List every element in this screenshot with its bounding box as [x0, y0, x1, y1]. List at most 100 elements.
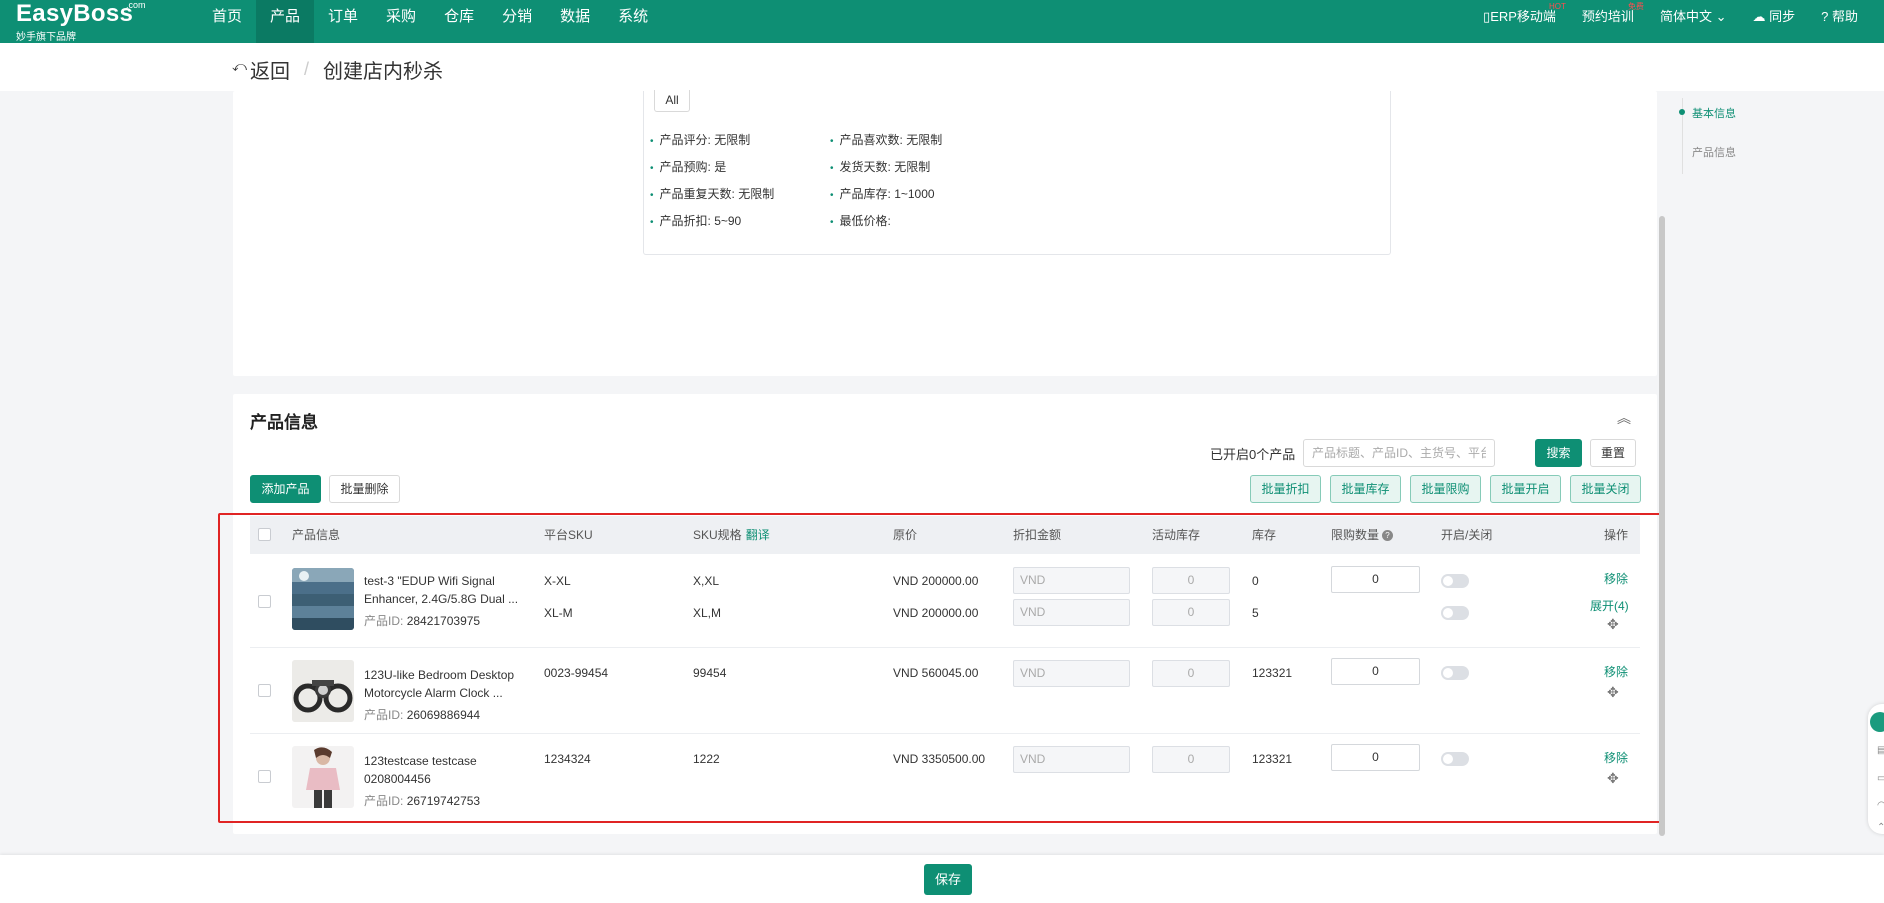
product-name[interactable]: test-3 "EDUP Wifi Signal Enhancer, 2.4G/… — [364, 572, 532, 608]
table-row: 123U-like Bedroom Desktop Motorcycle Ala… — [250, 648, 1640, 734]
activity-stock-input[interactable]: 0 — [1152, 567, 1230, 594]
limit-input[interactable]: 0 — [1331, 566, 1420, 593]
save-button[interactable]: 保存 — [924, 864, 972, 895]
rule-ship-days: 发货天数: 无限制 — [830, 158, 931, 175]
logo-domain: .com — [126, 0, 146, 10]
platform-sku: XL-M — [544, 606, 573, 620]
logo-tagline: 妙手旗下品牌 — [16, 32, 76, 43]
nav-item-warehouse[interactable]: 仓库 — [430, 0, 488, 43]
question-icon[interactable]: ? — [1382, 530, 1394, 542]
section-title: 产品信息 — [250, 413, 318, 432]
service-avatar[interactable] — [1870, 712, 1884, 732]
nav-item-distribution[interactable]: 分销 — [488, 0, 546, 43]
th-toggle: 开启/关闭 — [1441, 528, 1493, 542]
sku-spec: X,XL — [693, 574, 720, 588]
collapse-up-icon[interactable]: ︽ — [1617, 408, 1631, 428]
reset-button[interactable]: 重置 — [1590, 439, 1636, 467]
translate-link[interactable]: 翻译 — [746, 528, 770, 542]
breadcrumb-separator: / — [303, 59, 309, 79]
tshirt-model-image — [292, 746, 354, 808]
nav-item-data[interactable]: 数据 — [546, 0, 604, 43]
chevron-down-icon: ⌄ — [1715, 9, 1727, 24]
batch-disable-button[interactable]: 批量关闭 — [1570, 475, 1641, 503]
product-name[interactable]: 123U-like Bedroom Desktop Motorcycle Ala… — [364, 666, 532, 702]
discount-input[interactable]: VND — [1013, 660, 1130, 687]
batch-delete-button[interactable]: 批量删除 — [329, 475, 400, 503]
chat-icon[interactable]: ▭ — [1877, 773, 1884, 784]
limit-input[interactable]: 0 — [1331, 744, 1420, 771]
product-thumbnail[interactable] — [292, 660, 354, 722]
help-button[interactable]: ? 帮助 — [1821, 0, 1858, 34]
top-arrow-icon[interactable]: ⌃ — [1877, 822, 1884, 833]
all-button[interactable]: All — [654, 90, 690, 112]
batch-discount-button[interactable]: 批量折扣 — [1250, 475, 1321, 503]
enable-toggle[interactable] — [1441, 752, 1469, 766]
product-name[interactable]: 123testcase testcase 0208004456 — [364, 752, 532, 788]
training-label: 预约培训 — [1581, 9, 1634, 24]
stock-value: 123321 — [1252, 752, 1293, 766]
original-price: VND 200000.00 — [893, 606, 979, 620]
product-thumbnail[interactable] — [292, 746, 354, 808]
rule-rating: 产品评分: 无限制 — [650, 131, 751, 148]
easyboss-logo[interactable]: EasyBoss .com 妙手旗下品牌 — [16, 0, 146, 43]
activity-stock-input[interactable]: 0 — [1152, 599, 1230, 626]
discount-input[interactable]: VND — [1013, 746, 1130, 773]
batch-limit-button[interactable]: 批量限购 — [1410, 475, 1481, 503]
remove-link[interactable]: 移除 — [1604, 663, 1628, 680]
drag-move-icon[interactable]: ✥ — [1607, 770, 1619, 787]
fabric-image — [292, 568, 354, 630]
th-purchase-limit: 限购数量? — [1331, 516, 1394, 554]
hot-badge: HOT — [1549, 2, 1566, 11]
stock-value: 5 — [1252, 606, 1259, 620]
add-product-button[interactable]: 添加产品 — [250, 475, 321, 503]
language-label: 简体中文 — [1659, 9, 1712, 24]
anchor-product-info[interactable]: 产品信息 — [1692, 144, 1736, 160]
bottom-action-bar: 保存 — [0, 855, 1884, 903]
nav-item-product[interactable]: 产品 — [256, 0, 315, 43]
nav-item-system[interactable]: 系统 — [604, 0, 662, 43]
product-id: 产品ID: 26069886944 — [364, 708, 481, 722]
sync-button[interactable]: ☁ 同步 — [1752, 0, 1795, 34]
language-select[interactable]: 简体中文 ⌄ — [1660, 0, 1727, 34]
training-link[interactable]: 预约培训 免费 — [1581, 0, 1644, 34]
headset-icon[interactable]: ◠ — [1877, 800, 1884, 811]
remove-link[interactable]: 移除 — [1604, 570, 1628, 587]
product-info-panel: 产品信息 ︽ 已开启0个产品 搜索 重置 添加产品 批量删除 批量折扣 批量库存… — [233, 394, 1657, 834]
batch-enable-button[interactable]: 批量开启 — [1490, 475, 1561, 503]
row-checkbox[interactable] — [258, 595, 271, 608]
select-all-checkbox[interactable] — [258, 528, 271, 541]
discount-input[interactable]: VND — [1013, 567, 1130, 594]
nav-item-purchase[interactable]: 采购 — [372, 0, 430, 43]
help-icon: ? — [1821, 9, 1829, 24]
back-link[interactable]: 返回 — [250, 55, 290, 84]
expand-link[interactable]: 展开(4) — [1590, 597, 1629, 614]
nav-item-order[interactable]: 订单 — [314, 0, 372, 43]
drag-move-icon[interactable]: ✥ — [1607, 616, 1619, 633]
limit-input[interactable]: 0 — [1331, 658, 1420, 685]
sku-spec: 1222 — [693, 752, 720, 766]
enable-toggle[interactable] — [1441, 666, 1469, 680]
mobile-erp-link[interactable]: ▯ERP移动端 HOT — [1483, 0, 1566, 34]
product-thumbnail[interactable] — [292, 568, 354, 630]
back-arrow-icon[interactable]: ⤺ — [232, 58, 247, 75]
enable-toggle[interactable] — [1441, 606, 1469, 620]
motorcycle-clock-image — [292, 660, 354, 722]
anchor-basic-info[interactable]: 基本信息 — [1692, 105, 1736, 121]
help-label: 帮助 — [1831, 9, 1858, 24]
table-header: 产品信息 平台SKU SKU规格 翻译 原价 折扣金额 活动库存 库存 限购数量?… — [250, 516, 1640, 554]
search-input[interactable] — [1303, 439, 1495, 467]
activity-stock-input[interactable]: 0 — [1152, 746, 1230, 773]
activity-stock-input[interactable]: 0 — [1152, 660, 1230, 687]
drag-move-icon[interactable]: ✥ — [1607, 684, 1619, 701]
scrollbar-thumb[interactable] — [1659, 216, 1665, 836]
search-button[interactable]: 搜索 — [1535, 439, 1582, 467]
row-checkbox[interactable] — [258, 770, 271, 783]
original-price: VND 3350500.00 — [893, 752, 986, 766]
nav-item-home[interactable]: 首页 — [198, 0, 256, 43]
enable-toggle[interactable] — [1441, 574, 1469, 588]
document-icon[interactable]: ▤ — [1877, 745, 1884, 756]
remove-link[interactable]: 移除 — [1604, 749, 1628, 766]
discount-input[interactable]: VND — [1013, 599, 1130, 626]
row-checkbox[interactable] — [258, 684, 271, 697]
batch-stock-button[interactable]: 批量库存 — [1330, 475, 1401, 503]
